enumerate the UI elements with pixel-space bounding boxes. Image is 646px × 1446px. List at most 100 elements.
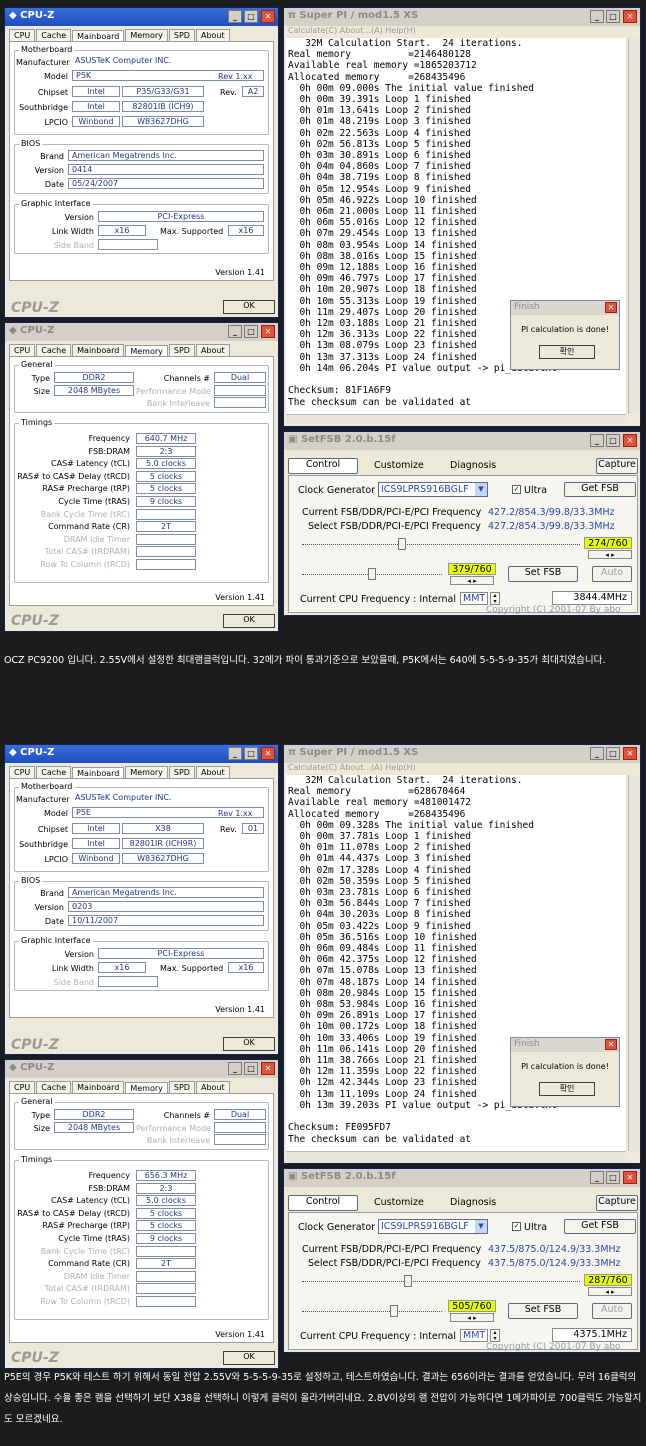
tab-about[interactable]: About <box>195 29 230 41</box>
tab-control[interactable]: Control <box>288 458 358 474</box>
tab-about[interactable]: About <box>195 344 230 356</box>
fsb-spinner[interactable]: ◂ ▸ <box>588 1287 632 1296</box>
fsb-slider-track[interactable] <box>302 544 580 546</box>
minimize-button[interactable]: _ <box>590 1171 604 1184</box>
pll-slider-track[interactable] <box>302 1311 442 1313</box>
timing-label: RAS# Precharge (tRP) <box>42 1221 130 1231</box>
auto-button[interactable]: Auto <box>592 566 632 582</box>
maximize-button[interactable]: □ <box>244 10 258 23</box>
close-button[interactable]: ✕ <box>261 325 275 338</box>
capture-button[interactable]: Capture <box>596 458 638 474</box>
bios-version-value: 0414 <box>68 164 264 175</box>
maximize-button[interactable]: □ <box>244 747 258 760</box>
horizontal-scrollbar[interactable] <box>286 414 626 424</box>
mmt-select[interactable]: MMT <box>460 1329 489 1342</box>
tab-customize[interactable]: Customize <box>374 460 424 471</box>
tab-spd[interactable]: SPD <box>168 1081 195 1093</box>
tab-cpu[interactable]: CPU <box>9 344 36 356</box>
pll-spinner[interactable]: ◂ ▸ <box>450 576 494 585</box>
mmt-spinner[interactable]: ▴ ▾ <box>490 1329 500 1342</box>
tab-cache[interactable]: Cache <box>36 1081 72 1093</box>
minimize-button[interactable]: _ <box>590 747 604 760</box>
maximize-button[interactable]: □ <box>606 747 620 760</box>
dialog-close-button[interactable]: ✕ <box>605 1039 617 1050</box>
close-button[interactable]: ✕ <box>623 434 637 447</box>
window-title: CPU-Z <box>20 10 55 21</box>
maximize-button[interactable]: □ <box>244 325 258 338</box>
capture-button[interactable]: Capture <box>596 1195 638 1211</box>
tab-memory[interactable]: Memory <box>125 766 168 778</box>
finish-ok-button[interactable]: 확인 <box>539 1082 595 1096</box>
fsb-spinner[interactable]: ◂ ▸ <box>588 550 632 559</box>
tab-diagnosis[interactable]: Diagnosis <box>450 1197 496 1208</box>
pll-slider-thumb[interactable] <box>368 568 376 580</box>
ultra-label: Ultra <box>524 1222 548 1233</box>
mmt-select[interactable]: MMT <box>460 592 489 605</box>
close-button[interactable]: ✕ <box>623 10 637 23</box>
menu-bar[interactable]: Calculate(C) About...(A) Help(H) <box>284 763 640 774</box>
auto-button[interactable]: Auto <box>592 1303 632 1319</box>
vertical-scrollbar[interactable] <box>628 38 640 414</box>
tab-spd[interactable]: SPD <box>168 344 195 356</box>
mmt-spinner[interactable]: ▴ ▾ <box>490 592 500 605</box>
tab-diagnosis[interactable]: Diagnosis <box>450 460 496 471</box>
close-button[interactable]: ✕ <box>623 1171 637 1184</box>
ultra-checkbox[interactable]: ✓ <box>512 485 521 494</box>
fsb-slider-track[interactable] <box>302 1281 580 1283</box>
minimize-button[interactable]: _ <box>228 325 242 338</box>
tab-customize[interactable]: Customize <box>374 1197 424 1208</box>
fsb-slider-thumb[interactable] <box>398 538 407 550</box>
menu-bar[interactable]: Calculate(C) About...(A) Help(H) <box>284 26 640 37</box>
close-button[interactable]: ✕ <box>261 1062 275 1075</box>
get-fsb-button[interactable]: Get FSB <box>564 1219 636 1234</box>
tab-cache[interactable]: Cache <box>36 766 72 778</box>
maximize-button[interactable]: □ <box>606 1171 620 1184</box>
horizontal-scrollbar[interactable] <box>286 1151 626 1161</box>
clock-generator-select[interactable]: ICS9LPRS916BGLF ▼ <box>378 482 488 497</box>
dialog-close-button[interactable]: ✕ <box>605 302 617 313</box>
get-fsb-button[interactable]: Get FSB <box>564 482 636 497</box>
fsb-slider-thumb[interactable] <box>403 1275 412 1287</box>
tab-control[interactable]: Control <box>288 1195 358 1211</box>
tab-spd[interactable]: SPD <box>168 29 195 41</box>
maximize-button[interactable]: □ <box>244 1062 258 1075</box>
maximize-button[interactable]: □ <box>606 10 620 23</box>
minimize-button[interactable]: _ <box>228 747 242 760</box>
type-value: DDR2 <box>54 372 134 383</box>
set-fsb-button[interactable]: Set FSB <box>508 1303 578 1319</box>
ok-button[interactable]: OK <box>223 614 275 628</box>
finish-ok-button[interactable]: 확인 <box>539 345 595 359</box>
tab-cache[interactable]: Cache <box>36 29 72 41</box>
manufacturer-value: ASUSTeK Computer INC. <box>72 793 264 804</box>
pll-spinner[interactable]: ◂ ▸ <box>450 1313 494 1322</box>
tab-cpu[interactable]: CPU <box>9 1081 36 1093</box>
tab-about[interactable]: About <box>195 766 230 778</box>
minimize-button[interactable]: _ <box>590 10 604 23</box>
set-fsb-button[interactable]: Set FSB <box>508 566 578 582</box>
tab-cpu[interactable]: CPU <box>9 766 36 778</box>
clock-generator-select[interactable]: ICS9LPRS916BGLF ▼ <box>378 1219 488 1234</box>
ok-button[interactable]: OK <box>223 300 275 314</box>
minimize-button[interactable]: _ <box>228 10 242 23</box>
minimize-button[interactable]: _ <box>590 434 604 447</box>
brand-value: American Megatrends Inc. <box>68 887 264 898</box>
timing-value: 2T <box>136 521 196 533</box>
vertical-scrollbar[interactable] <box>628 775 640 1151</box>
tab-mainboard[interactable]: Mainboard <box>72 1081 125 1093</box>
ultra-checkbox[interactable]: ✓ <box>512 1222 521 1231</box>
tab-about[interactable]: About <box>195 1081 230 1093</box>
cpuz-icon: ◆ <box>9 1062 21 1073</box>
tab-memory[interactable]: Memory <box>125 29 168 41</box>
close-button[interactable]: ✕ <box>623 747 637 760</box>
close-button[interactable]: ✕ <box>261 10 275 23</box>
tab-cache[interactable]: Cache <box>36 344 72 356</box>
tab-spd[interactable]: SPD <box>168 766 195 778</box>
ok-button[interactable]: OK <box>223 1037 275 1051</box>
minimize-button[interactable]: _ <box>228 1062 242 1075</box>
maximize-button[interactable]: □ <box>606 434 620 447</box>
close-button[interactable]: ✕ <box>261 747 275 760</box>
tab-mainboard[interactable]: Mainboard <box>72 344 125 356</box>
ok-button[interactable]: OK <box>223 1351 275 1365</box>
tab-cpu[interactable]: CPU <box>9 29 36 41</box>
pll-slider-thumb[interactable] <box>390 1305 399 1317</box>
